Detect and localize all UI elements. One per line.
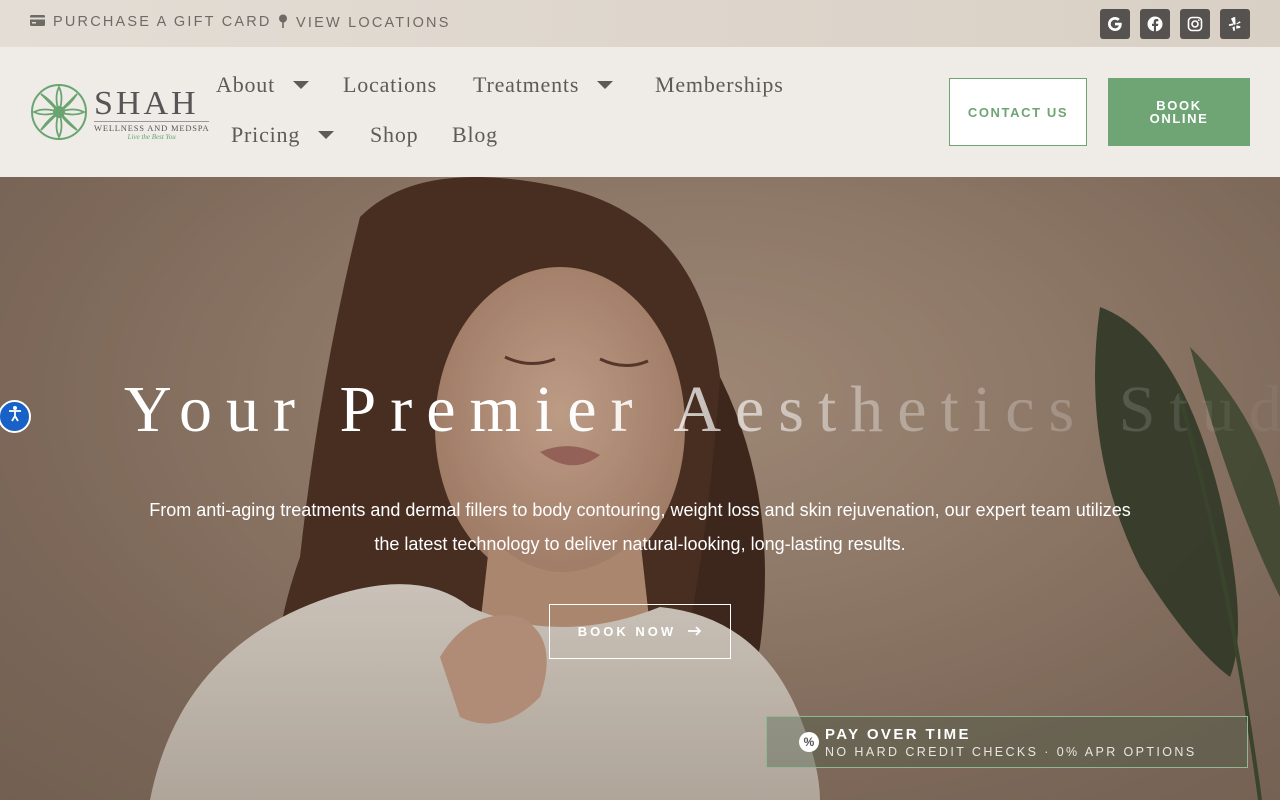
- credit-card-icon: [30, 14, 45, 30]
- percent-icon: %: [799, 732, 819, 752]
- logo-name: SHAH: [94, 84, 199, 122]
- book-now-button[interactable]: BOOK NOW: [549, 604, 731, 659]
- hero-title: Your Premier Aesthetics Studio: [124, 373, 1280, 446]
- nav-blog-label: Blog: [452, 122, 498, 147]
- chevron-down-icon: [597, 81, 614, 89]
- nav-about-label: About: [216, 72, 275, 97]
- nav-treatments-label: Treatments: [473, 72, 580, 97]
- view-locations-label: VIEW LOCATIONS: [296, 15, 451, 31]
- nav-shop[interactable]: Shop: [370, 122, 418, 148]
- accessibility-icon: [6, 405, 24, 428]
- yelp-icon[interactable]: [1220, 9, 1250, 39]
- book-now-label: BOOK NOW: [577, 624, 677, 639]
- mandala-logo-icon: [30, 83, 88, 146]
- site-header: SHAH WELLNESS AND MEDSPA Live the Best Y…: [0, 47, 1280, 177]
- hero-description: From anti-aging treatments and dermal fi…: [149, 500, 1131, 554]
- nav-pricing-label: Pricing: [231, 122, 301, 147]
- nav-memberships-label: Memberships: [655, 72, 784, 97]
- top-bar: PURCHASE A GIFT CARD VIEW LOCATIONS: [0, 0, 1280, 47]
- gift-card-label: PURCHASE A GIFT CARD: [53, 14, 272, 30]
- contact-us-button[interactable]: CONTACT US: [949, 78, 1087, 146]
- facebook-icon[interactable]: [1140, 9, 1170, 39]
- book-online-button[interactable]: BOOK ONLINE: [1108, 78, 1250, 146]
- location-pin-icon: [278, 14, 288, 32]
- logo-tagline: Live the Best You: [127, 132, 176, 141]
- hero-section: Your Premier Aesthetics Studio From anti…: [0, 177, 1280, 800]
- nav-locations-label: Locations: [343, 72, 437, 97]
- instagram-icon[interactable]: [1180, 9, 1210, 39]
- pay-over-time-banner[interactable]: % PAY OVER TIME NO HARD CREDIT CHECKS · …: [766, 716, 1248, 768]
- nav-blog[interactable]: Blog: [452, 122, 498, 148]
- nav-memberships[interactable]: Memberships: [655, 72, 784, 98]
- nav-shop-label: Shop: [370, 122, 419, 147]
- nav-locations[interactable]: Locations: [343, 72, 437, 98]
- purchase-gift-card-link[interactable]: PURCHASE A GIFT CARD: [30, 14, 272, 30]
- site-logo[interactable]: SHAH WELLNESS AND MEDSPA Live the Best Y…: [30, 83, 210, 146]
- nav-treatments[interactable]: Treatments: [473, 72, 614, 98]
- pay-over-time-subtitle: NO HARD CREDIT CHECKS · 0% APR OPTIONS: [825, 744, 1197, 759]
- nav-pricing[interactable]: Pricing: [231, 122, 335, 148]
- arrow-right-icon: [688, 624, 702, 639]
- chevron-down-icon: [293, 81, 309, 89]
- google-icon[interactable]: [1100, 9, 1130, 39]
- logo-subtitle: WELLNESS AND MEDSPA: [94, 120, 210, 133]
- view-locations-link[interactable]: VIEW LOCATIONS: [278, 14, 451, 32]
- pay-over-time-title: PAY OVER TIME: [825, 725, 971, 743]
- nav-about[interactable]: About: [216, 72, 309, 98]
- chevron-down-icon: [318, 131, 335, 139]
